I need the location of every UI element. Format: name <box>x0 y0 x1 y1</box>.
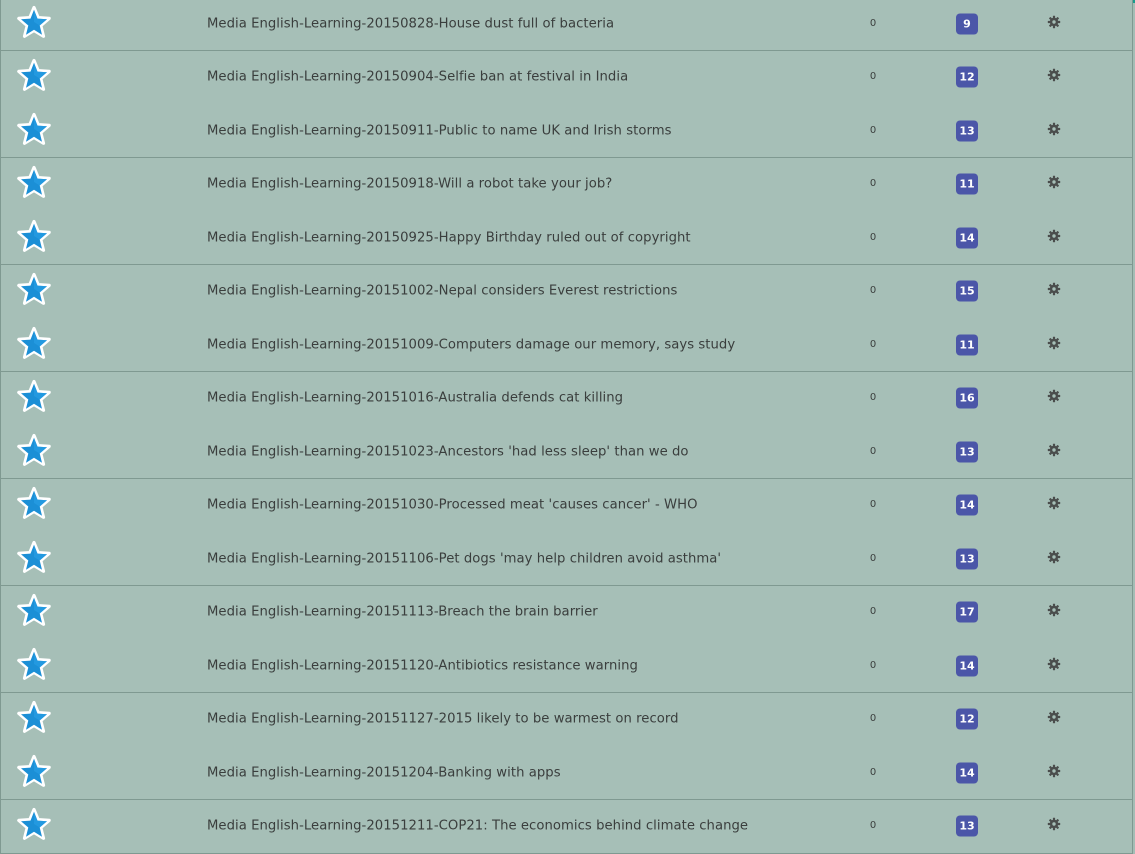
gear-icon[interactable] <box>1047 710 1061 724</box>
gear-icon[interactable] <box>1047 764 1061 778</box>
item-badge: 17 <box>956 601 978 623</box>
item-count: 0 <box>869 231 877 243</box>
list-item[interactable]: Media English-Learning-20151106-Pet dogs… <box>0 532 1133 586</box>
list-item[interactable]: Media English-Learning-20150911-Public t… <box>0 104 1133 158</box>
list-item[interactable]: Media English-Learning-20151127-2015 lik… <box>0 692 1133 747</box>
item-title[interactable]: Media English-Learning-20151002-Nepal co… <box>207 284 677 299</box>
item-title[interactable]: Media English-Learning-20151009-Computer… <box>207 337 735 352</box>
star-icon[interactable] <box>16 540 52 576</box>
item-badge: 15 <box>956 280 978 302</box>
item-count: 0 <box>869 177 877 189</box>
list-item[interactable]: Media English-Learning-20151009-Computer… <box>0 318 1133 372</box>
gear-icon[interactable] <box>1047 657 1061 671</box>
item-title[interactable]: Media English-Learning-20151030-Processe… <box>207 498 698 513</box>
item-count: 0 <box>869 70 877 82</box>
gear-icon[interactable] <box>1047 229 1061 243</box>
star-icon[interactable] <box>16 5 52 41</box>
item-badge: 12 <box>956 66 978 88</box>
gear-icon[interactable] <box>1047 550 1061 564</box>
item-badge: 12 <box>956 708 978 730</box>
item-badge: 13 <box>956 548 978 569</box>
item-title[interactable]: Media English-Learning-20151023-Ancestor… <box>207 444 689 459</box>
item-count: 0 <box>869 766 877 778</box>
gear-icon[interactable] <box>1047 496 1061 510</box>
item-badge: 9 <box>956 13 978 34</box>
item-count: 0 <box>869 338 877 350</box>
item-badge: 11 <box>956 334 978 355</box>
star-icon[interactable] <box>16 486 52 522</box>
item-title[interactable]: Media English-Learning-20151211-COP21: T… <box>207 819 748 834</box>
item-badge: 13 <box>956 441 978 462</box>
star-icon[interactable] <box>16 165 52 201</box>
gear-icon[interactable] <box>1047 336 1061 350</box>
list-item[interactable]: Media English-Learning-20151204-Banking … <box>0 746 1133 800</box>
item-title[interactable]: Media English-Learning-20151204-Banking … <box>207 765 561 780</box>
item-count: 0 <box>869 712 877 724</box>
item-title[interactable]: Media English-Learning-20151113-Breach t… <box>207 605 598 620</box>
list-item[interactable]: Media English-Learning-20151211-COP21: T… <box>0 799 1133 854</box>
list-item[interactable]: Media English-Learning-20151113-Breach t… <box>0 585 1133 640</box>
item-badge: 13 <box>956 815 978 837</box>
item-count: 0 <box>869 124 877 136</box>
list-item[interactable]: Media English-Learning-20151023-Ancestor… <box>0 425 1133 479</box>
item-count: 0 <box>869 659 877 671</box>
list-item[interactable]: Media English-Learning-20151016-Australi… <box>0 371 1133 426</box>
item-count: 0 <box>869 498 877 510</box>
gear-icon[interactable] <box>1047 15 1061 29</box>
star-icon[interactable] <box>16 433 52 469</box>
list-item[interactable]: Media English-Learning-20151120-Antibiot… <box>0 639 1133 693</box>
item-badge: 16 <box>956 387 978 409</box>
item-badge: 13 <box>956 120 978 141</box>
star-icon[interactable] <box>16 379 52 415</box>
gear-icon[interactable] <box>1047 603 1061 617</box>
gear-icon[interactable] <box>1047 175 1061 189</box>
gear-icon[interactable] <box>1047 817 1061 831</box>
item-badge: 14 <box>956 762 978 783</box>
gear-icon[interactable] <box>1047 389 1061 403</box>
gear-icon[interactable] <box>1047 122 1061 136</box>
star-icon[interactable] <box>16 219 52 255</box>
list-item[interactable]: Media English-Learning-20150925-Happy Bi… <box>0 211 1133 265</box>
item-count: 0 <box>869 819 877 831</box>
item-title[interactable]: Media English-Learning-20151120-Antibiot… <box>207 658 638 673</box>
item-badge: 14 <box>956 494 978 516</box>
gear-icon[interactable] <box>1047 443 1061 457</box>
item-badge: 11 <box>956 173 978 195</box>
star-icon[interactable] <box>16 647 52 683</box>
item-title[interactable]: Media English-Learning-20150828-House du… <box>207 16 614 31</box>
item-title[interactable]: Media English-Learning-20151106-Pet dogs… <box>207 551 721 566</box>
item-count: 0 <box>869 445 877 457</box>
item-title[interactable]: Media English-Learning-20150918-Will a r… <box>207 177 612 192</box>
item-badge: 14 <box>956 227 978 248</box>
item-title[interactable]: Media English-Learning-20150911-Public t… <box>207 123 672 138</box>
item-count: 0 <box>869 284 877 296</box>
item-count: 0 <box>869 552 877 564</box>
list-item[interactable]: Media English-Learning-20151002-Nepal co… <box>0 264 1133 319</box>
gear-icon[interactable] <box>1047 282 1061 296</box>
star-icon[interactable] <box>16 112 52 148</box>
item-count: 0 <box>869 17 877 29</box>
list-item[interactable]: Media English-Learning-20151030-Processe… <box>0 478 1133 533</box>
item-title[interactable]: Media English-Learning-20151016-Australi… <box>207 391 623 406</box>
item-title[interactable]: Media English-Learning-20150925-Happy Bi… <box>207 230 691 245</box>
item-count: 0 <box>869 605 877 617</box>
item-badge: 14 <box>956 655 978 676</box>
list-item[interactable]: Media English-Learning-20150904-Selfie b… <box>0 50 1133 105</box>
gear-icon[interactable] <box>1047 68 1061 82</box>
star-icon[interactable] <box>16 58 52 94</box>
star-icon[interactable] <box>16 326 52 362</box>
star-icon[interactable] <box>16 700 52 736</box>
star-icon[interactable] <box>16 593 52 629</box>
item-title[interactable]: Media English-Learning-20150904-Selfie b… <box>207 70 628 85</box>
list-item[interactable]: Media English-Learning-20150828-House du… <box>0 0 1133 51</box>
item-title[interactable]: Media English-Learning-20151127-2015 lik… <box>207 712 679 727</box>
star-icon[interactable] <box>16 807 52 843</box>
star-icon[interactable] <box>16 272 52 308</box>
list-item[interactable]: Media English-Learning-20150918-Will a r… <box>0 157 1133 212</box>
star-icon[interactable] <box>16 754 52 790</box>
item-count: 0 <box>869 391 877 403</box>
